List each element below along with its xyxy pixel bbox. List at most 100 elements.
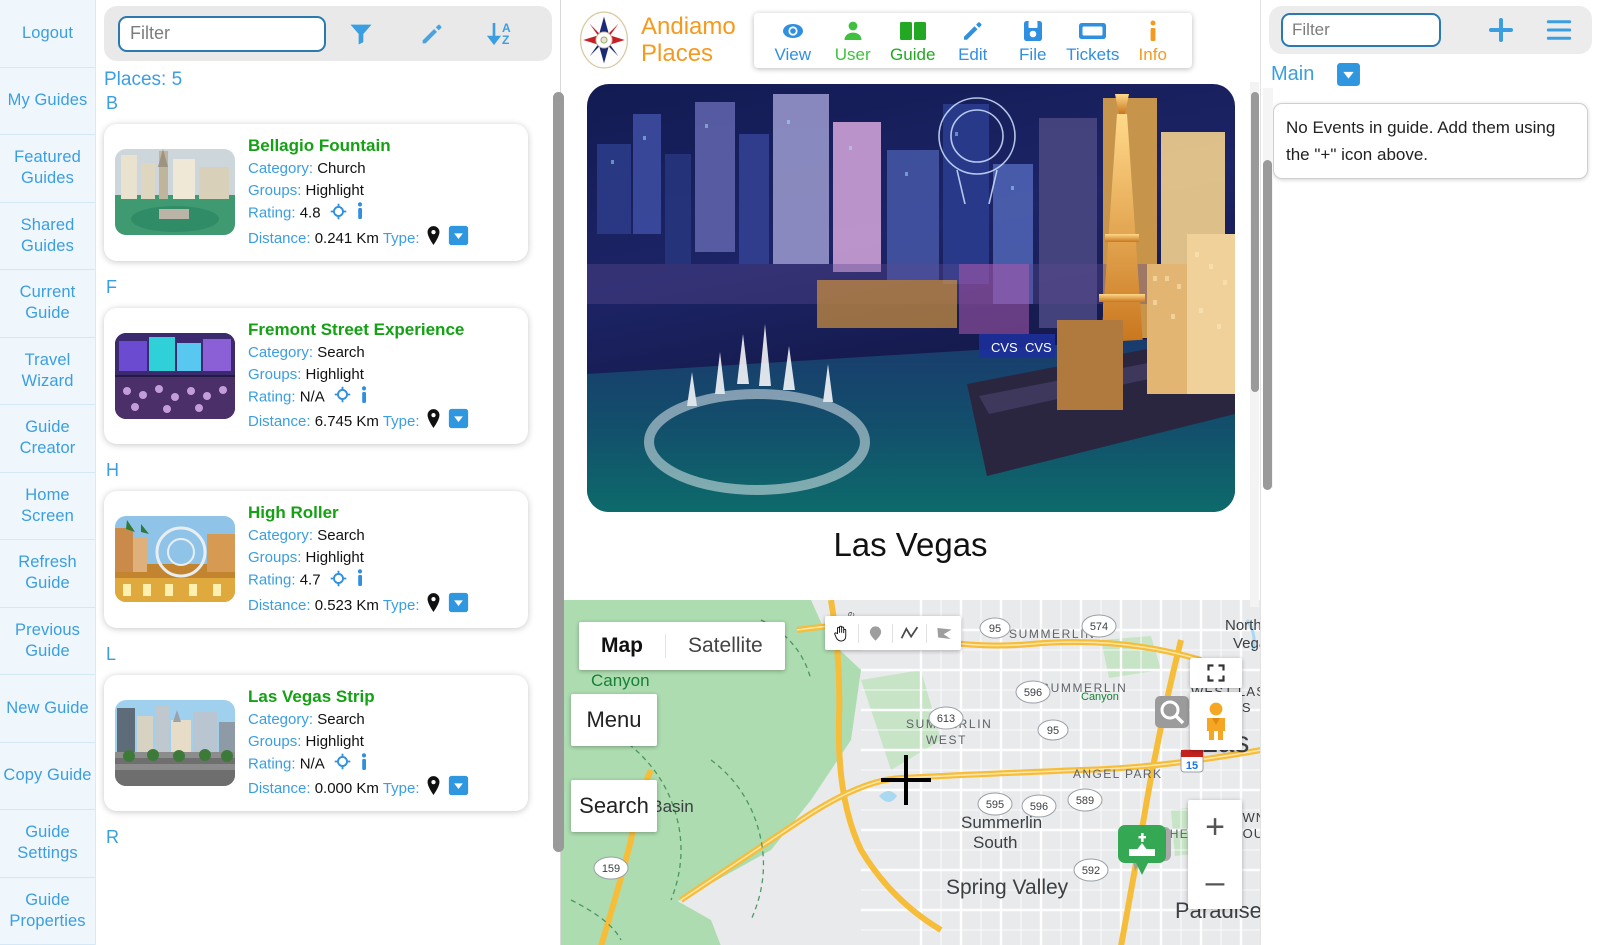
chevron-down-icon[interactable] [448, 592, 469, 613]
map-pin-icon[interactable] [426, 225, 441, 245]
rating-label: Rating: [248, 204, 296, 222]
places-scroll-area[interactable]: B Bellagio Fountain Category: Church Groups… [96, 91, 560, 945]
alpha-section-header: F [106, 276, 117, 297]
info-icon[interactable] [356, 569, 364, 587]
toolbar-view[interactable]: View [763, 18, 823, 64]
locate-crosshair-icon[interactable] [334, 753, 351, 770]
ticket-icon [1078, 18, 1107, 44]
map-pin-icon[interactable] [426, 592, 441, 612]
plus-icon[interactable] [1468, 15, 1534, 45]
hamburger-menu-icon[interactable] [1534, 17, 1580, 43]
polyline-icon[interactable] [893, 623, 927, 643]
chevron-down-icon[interactable] [448, 225, 469, 246]
sidebar-item-label: Featured Guides [14, 148, 81, 188]
hero-caption: Las Vegas [833, 526, 988, 563]
place-card[interactable]: High Roller Category: Search Groups: Highl… [104, 491, 528, 628]
rating-value: 4.8 [299, 204, 321, 222]
type-label: Type: [382, 229, 420, 247]
sort-az-icon[interactable]: A Z [467, 19, 538, 49]
group-selector[interactable]: Main [1261, 54, 1600, 93]
svg-text:596: 596 [1024, 687, 1042, 699]
distance-label: Distance: [248, 596, 311, 614]
toolbar-edit[interactable]: Edit [943, 18, 1003, 64]
map-pin-icon[interactable] [426, 409, 441, 428]
place-marker-icon[interactable] [859, 623, 893, 643]
map-zoom-controls[interactable]: + – [1188, 800, 1242, 909]
map-search-button[interactable]: Search [571, 780, 657, 832]
zoom-out-button[interactable]: – [1206, 855, 1225, 909]
events-filter-input[interactable] [1281, 13, 1441, 47]
map-drawing-tools[interactable] [825, 616, 961, 650]
events-empty-message: No Events in guide. Add them using the "… [1273, 103, 1588, 179]
locate-crosshair-icon[interactable] [330, 203, 347, 220]
sidebar-item-new-guide[interactable]: New Guide [0, 675, 95, 743]
sidebar-item-home-screen[interactable]: Home Screen [0, 473, 95, 540]
map-type-satellite[interactable]: Satellite [665, 634, 785, 658]
chevron-down-icon[interactable] [448, 408, 469, 429]
distance-value: 0.523 Km [314, 596, 379, 614]
sidebar-item-featured-guides[interactable]: Featured Guides [0, 135, 95, 203]
sidebar-item-my-guides[interactable]: My Guides [0, 68, 95, 135]
sidebar-item-current-guide[interactable]: Current Guide [0, 270, 95, 338]
locate-crosshair-icon[interactable] [334, 386, 351, 403]
map-menu-button[interactable]: Menu [571, 694, 657, 746]
center-scrollbar-thumb[interactable] [1251, 92, 1259, 392]
place-card[interactable]: Bellagio Fountain Category: Church Groups:… [104, 124, 528, 261]
svg-text:95: 95 [989, 623, 1001, 635]
sidebar-item-guide-settings[interactable]: Guide Settings [0, 810, 95, 878]
sidebar-item-previous-guide[interactable]: Previous Guide [0, 608, 95, 675]
chevron-down-icon[interactable] [1336, 62, 1361, 87]
sidebar-item-label: Guide Settings [17, 823, 78, 863]
locate-crosshair-icon[interactable] [330, 570, 347, 587]
sidebar-item-copy-guide[interactable]: Copy Guide [0, 743, 95, 810]
toolbar-file[interactable]: File [1003, 18, 1063, 64]
toolbar-guide[interactable]: Guide [883, 18, 943, 64]
sidebar-item-refresh-guide[interactable]: Refresh Guide [0, 540, 95, 608]
left-sidebar: Logout My Guides Featured Guides Shared Gui… [0, 0, 96, 945]
fullscreen-icon[interactable] [1190, 658, 1242, 688]
chevron-down-icon[interactable] [448, 775, 469, 796]
svg-text:ANGEL PARK: ANGEL PARK [1073, 767, 1162, 781]
category-label: Category: [248, 710, 314, 728]
distance-label: Distance: [248, 780, 311, 797]
events-scrollbar-thumb[interactable] [1263, 160, 1272, 490]
info-icon[interactable] [360, 752, 368, 771]
sidebar-item-guide-properties[interactable]: Guide Properties [0, 878, 95, 945]
zoom-in-button[interactable]: + [1205, 800, 1225, 854]
pan-hand-icon[interactable] [825, 623, 859, 643]
category-value: Search [317, 710, 365, 728]
distance-value: 0.000 Km [314, 780, 379, 797]
toolbar-tickets[interactable]: Tickets [1063, 18, 1123, 64]
pencil-edit-icon[interactable] [397, 20, 468, 48]
svg-text:South: South [973, 833, 1017, 852]
place-card[interactable]: Fremont Street Experience Category: Searc… [104, 307, 528, 444]
sidebar-item-shared-guides[interactable]: Shared Guides [0, 203, 95, 270]
polygon-icon[interactable] [927, 624, 961, 643]
places-scrollbar-thumb[interactable] [553, 92, 564, 852]
media-area: CVS CVS Las Vegas [561, 80, 1260, 600]
info-icon[interactable] [360, 385, 368, 404]
sidebar-item-logout[interactable]: Logout [0, 0, 95, 68]
toolbar-user[interactable]: User [823, 18, 883, 64]
place-card[interactable]: Las Vegas Strip Category: Search Groups: H… [104, 674, 528, 811]
place-details: Las Vegas Strip Category: Search Groups: H… [248, 686, 518, 801]
info-icon[interactable] [356, 202, 364, 220]
rating-label: Rating: [248, 755, 296, 772]
sidebar-item-guide-creator[interactable]: Guide Creator [0, 405, 95, 473]
toolbar-info[interactable]: Info [1123, 18, 1183, 64]
map-type-map[interactable]: Map [579, 634, 665, 658]
sidebar-item-label: Shared Guides [20, 215, 75, 255]
map-type-toggle[interactable]: Map Satellite [579, 622, 785, 670]
toolbar-label: Tickets [1066, 44, 1120, 64]
map-pin-icon[interactable] [426, 776, 441, 795]
brand: Andiamo Places [577, 9, 736, 71]
sidebar-item-label: Previous Guide [15, 620, 80, 660]
groups-label: Groups: [248, 549, 302, 566]
alpha-section-header: H [106, 460, 119, 480]
sidebar-item-travel-wizard[interactable]: Travel Wizard [0, 338, 95, 405]
sidebar-item-label: My Guides [7, 91, 88, 110]
street-view-pegman-icon[interactable] [1190, 692, 1242, 750]
places-filter-input[interactable] [118, 15, 326, 52]
map-view[interactable]: SUMMERLIN SUMMERLIN SUMMERLIN WEST ANGEL… [561, 600, 1260, 945]
filter-funnel-icon[interactable] [326, 20, 397, 48]
